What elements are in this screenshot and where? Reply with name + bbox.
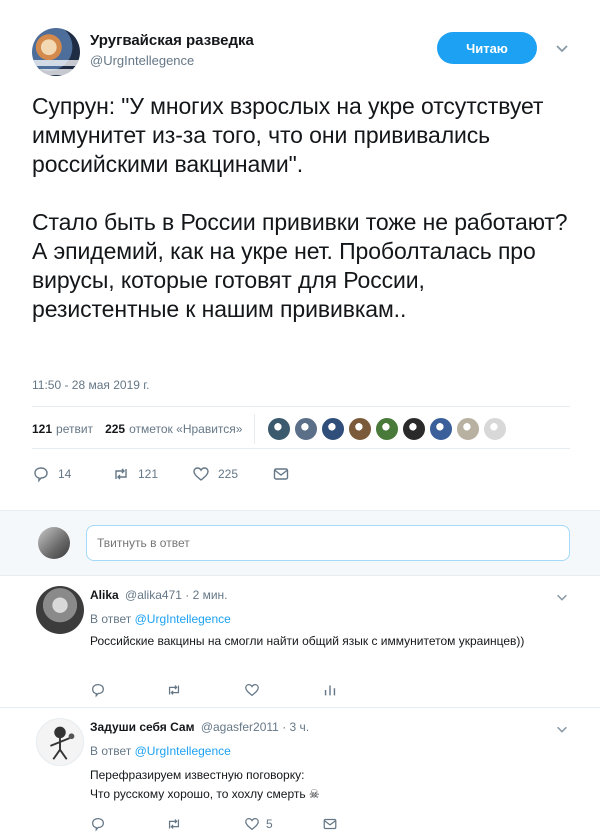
heart-icon [245,818,259,831]
retweet-button[interactable]: 121 [112,465,192,483]
reply-compose [0,510,600,576]
bar-chart-icon [324,685,336,696]
envelope-icon [323,818,337,830]
reply-text: Российские вакцины на смогли найти общий… [90,634,525,648]
retweet-icon [168,685,180,695]
like-label: отметок «Нравится» [129,422,243,436]
divider [254,414,256,444]
reply-author-name: Alika [90,588,119,602]
chevron-down-icon[interactable] [555,722,569,736]
chevron-down-icon[interactable] [555,590,569,604]
message-button[interactable] [322,816,338,832]
retweet-count: 121 [32,422,53,436]
reply-time: · 2 мин. [185,588,228,602]
reply-author[interactable]: Alika @alika471 · 2 мин. [90,588,228,602]
retweet-count-action: 121 [138,467,159,481]
author-handle[interactable]: @UrgIntellegence [90,53,194,68]
like-button[interactable]: 5 [244,816,273,832]
in-reply-to: В ответ @UrgIntellegence [90,744,231,758]
envelope-icon [273,468,289,480]
retweet-button[interactable] [166,816,182,832]
avatar-stripe [32,69,80,75]
reply-button[interactable]: 14 [32,465,112,483]
liker-avatar[interactable] [429,417,454,441]
reply-icon [92,684,104,698]
in-reply-to: В ответ @UrgIntellegence [90,612,231,626]
likers-avatars [267,417,508,441]
heart-icon [245,684,259,697]
author-name[interactable]: Уругвайская разведка [90,32,254,49]
retweet-icon [115,468,127,480]
liker-avatar[interactable] [348,417,373,441]
retweet-stat[interactable]: 121 ретвит [32,422,93,436]
in-reply-link[interactable]: @UrgIntellegence [135,744,231,758]
liker-avatar[interactable] [456,417,481,441]
retweet-icon [168,819,180,829]
skeleton-figure-icon [50,726,75,760]
like-stat[interactable]: 225 отметок «Нравится» [105,422,242,436]
avatar[interactable] [36,718,84,766]
author-avatar[interactable] [32,28,80,76]
reply-author-handle: @agasfer2011 [200,720,279,734]
avatar[interactable] [36,586,84,634]
reply-button[interactable] [90,816,106,832]
in-reply-prefix: В ответ [90,612,135,626]
retweet-button[interactable] [166,682,182,698]
heart-icon [193,467,209,481]
current-user-avatar [38,527,70,559]
message-button[interactable] [272,465,290,483]
analytics-button[interactable] [322,682,338,698]
like-button[interactable] [244,682,266,698]
liker-avatar[interactable] [321,417,346,441]
liker-avatar[interactable] [267,417,292,441]
reply-author-name: Задуши себя Сам [90,720,195,734]
avatar-stripe [32,60,80,66]
reply-author[interactable]: Задуши себя Сам @agasfer2011 · 3 ч. [90,720,309,734]
reply-time: · 3 ч. [282,720,310,734]
divider [32,448,570,449]
liker-avatar[interactable] [294,417,319,441]
tweet-stats: 121 ретвит 225 отметок «Нравится» [32,412,570,446]
reply-author-handle: @alika471 [125,588,182,602]
like-count: 225 [105,422,126,436]
chevron-down-icon[interactable] [554,40,570,56]
reply-icon [34,467,48,483]
reply-text: Перефразируем известную поговорку: Что р… [90,768,320,801]
divider [32,406,570,407]
liker-avatar[interactable] [483,417,508,441]
reply-count: 14 [58,467,72,481]
tweet-header: Уругвайская разведка @UrgIntellegence Чи… [32,28,580,76]
retweet-label: ретвит [56,422,94,436]
like-count: 5 [266,817,273,831]
tweet-actions: 14 121 225 [32,462,290,486]
in-reply-prefix: В ответ [90,744,135,758]
tweet-text: Супрун: "У многих взрослых на укре отсут… [32,93,568,322]
reply-tweet[interactable]: Alika @alika471 · 2 мин. В ответ @UrgInt… [0,576,600,708]
liker-avatar[interactable] [375,417,400,441]
liker-avatar[interactable] [402,417,427,441]
like-count-action: 225 [218,467,239,481]
reply-tweet[interactable]: Задуши себя Сам @agasfer2011 · 3 ч. В от… [0,708,600,838]
tweet-timestamp[interactable]: 11:50 - 28 мая 2019 г. [32,378,150,392]
like-button[interactable]: 225 [192,465,272,483]
reply-button[interactable] [90,682,106,698]
reply-icon [92,818,104,832]
reply-input[interactable] [86,525,570,561]
in-reply-link[interactable]: @UrgIntellegence [135,612,231,626]
follow-button[interactable]: Читаю [437,32,537,64]
